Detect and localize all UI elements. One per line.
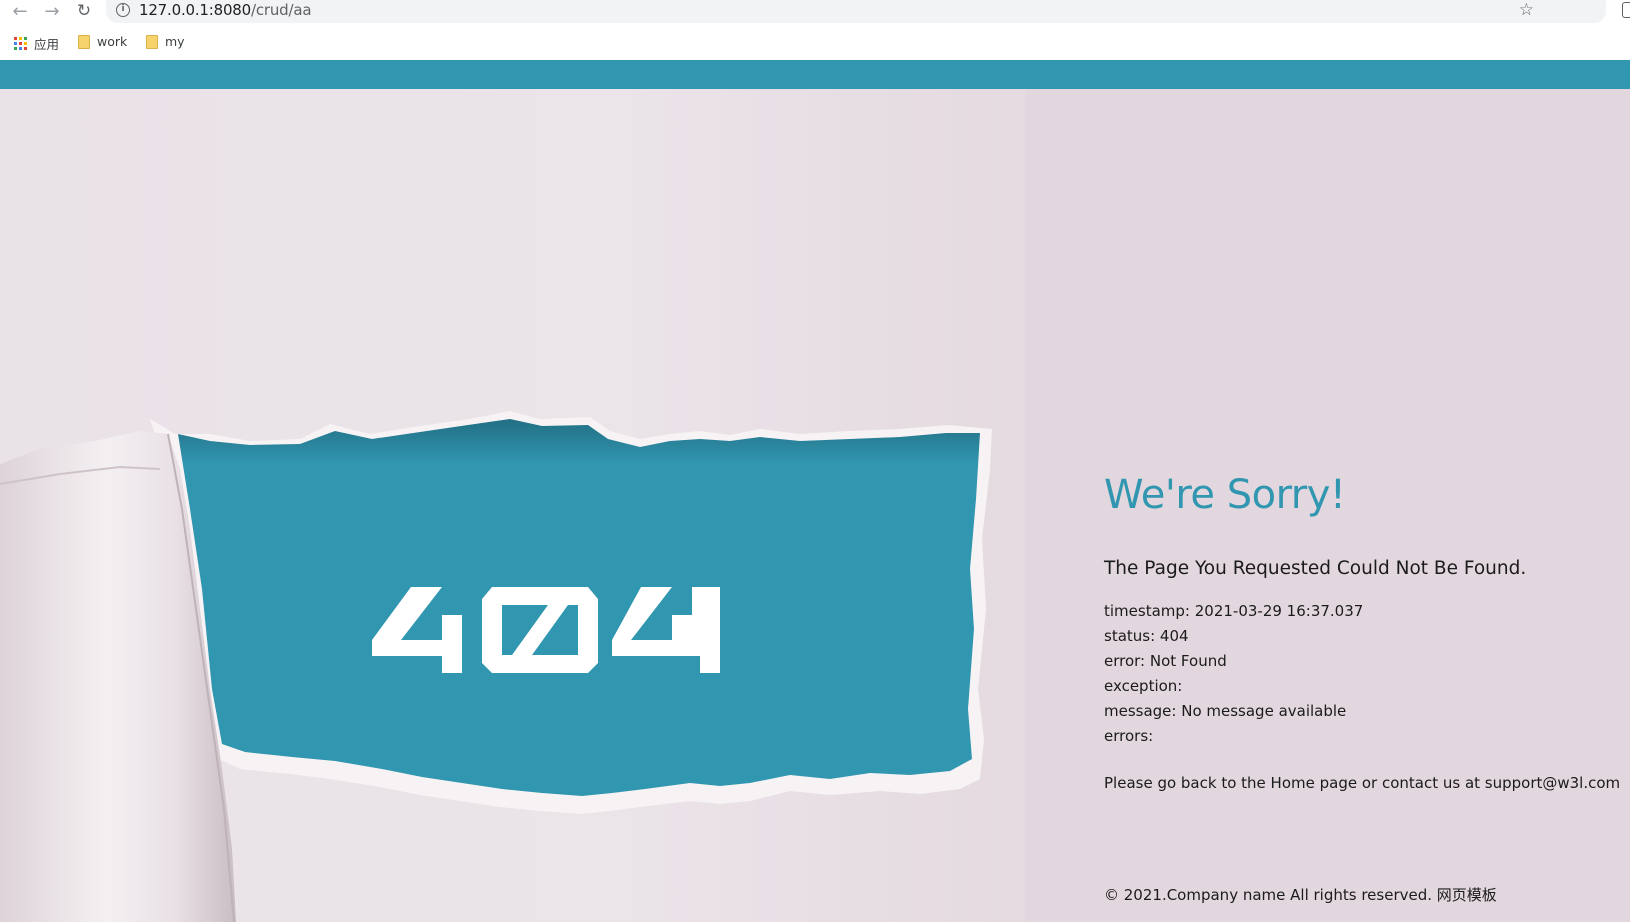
bookmark-label: my [165, 34, 185, 49]
errors-line: errors: [1104, 727, 1154, 745]
error-line: error: Not Found [1104, 652, 1227, 670]
torn-paper-illustration: 404 [0, 89, 1025, 922]
url-path: /crud/aa [251, 1, 312, 19]
torn-paper-graphic: 404 [0, 411, 992, 922]
error-page: 404 We're Sorry! The Page You Requested … [0, 60, 1630, 922]
bookmark-apps[interactable]: 应用 [14, 34, 59, 53]
info-icon[interactable]: i [116, 3, 130, 17]
url-host: 127.0.0.1:8080 [139, 1, 251, 19]
contact-text: Please go back to the Home page or conta… [1104, 774, 1621, 792]
bookmarks-bar: 应用 work my [0, 26, 1630, 60]
page-subtitle: The Page You Requested Could Not Be Foun… [1104, 558, 1527, 579]
back-arrow-icon[interactable]: ← [8, 0, 32, 22]
error-message-panel: We're Sorry! The Page You Requested Coul… [1104, 472, 1624, 792]
reload-icon[interactable]: ↻ [72, 0, 96, 22]
bookmark-my[interactable]: my [146, 34, 185, 49]
forward-arrow-icon[interactable]: → [40, 0, 64, 22]
error-details: timestamp: 2021-03-29 16:37.037 status: … [1104, 599, 1624, 749]
extension-icon[interactable] [1622, 2, 1630, 18]
bookmark-label: 应用 [34, 37, 60, 52]
timestamp-line: timestamp: 2021-03-29 16:37.037 [1104, 602, 1364, 620]
url-text[interactable]: 127.0.0.1:8080/crud/aa [139, 1, 312, 19]
message-line: message: No message available [1104, 702, 1347, 720]
apps-grid-icon [14, 37, 27, 50]
bookmark-work[interactable]: work [78, 34, 127, 49]
exception-line: exception: [1104, 677, 1183, 695]
folder-icon [146, 34, 158, 49]
status-line: status: 404 [1104, 627, 1189, 645]
browser-toolbar: ← → ↻ i 127.0.0.1:8080/crud/aa ☆ [0, 0, 1630, 26]
copyright-footer: © 2021.Company name All rights reserved.… [1104, 886, 1497, 904]
page-title: We're Sorry! [1104, 472, 1346, 518]
bookmark-star-icon[interactable]: ☆ [1519, 0, 1534, 20]
address-bar[interactable]: i 127.0.0.1:8080/crud/aa ☆ [106, 0, 1606, 23]
bookmark-label: work [97, 34, 128, 49]
top-banner [0, 60, 1630, 89]
folder-icon [78, 34, 90, 49]
